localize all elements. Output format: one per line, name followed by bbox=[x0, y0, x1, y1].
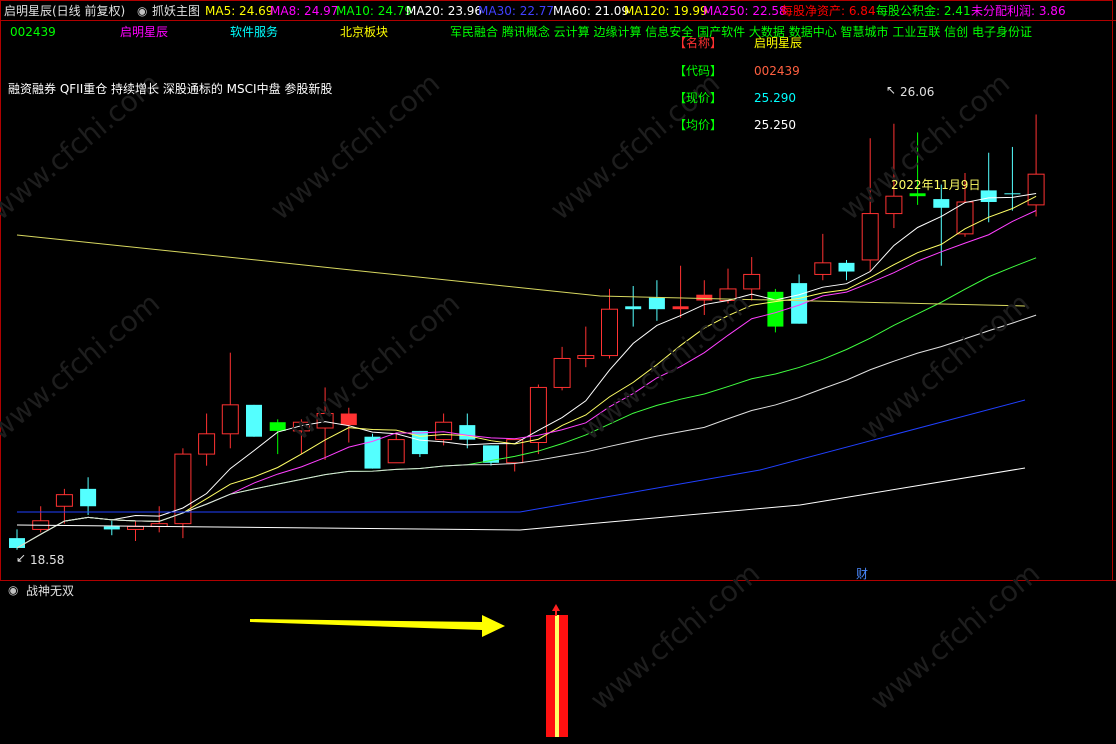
ma10-line bbox=[16, 210, 1037, 549]
stock-name: 启明星辰 bbox=[120, 25, 169, 39]
candle-body[interactable] bbox=[767, 291, 784, 327]
finance-marker[interactable]: 财 bbox=[856, 567, 868, 581]
candle-body[interactable] bbox=[1004, 193, 1021, 195]
candle-body[interactable] bbox=[9, 538, 25, 548]
indicator-header: 启明星辰(日线 前复权) ◉ 抓妖主图 MA5: 24.69 MA8: 24.9… bbox=[0, 0, 1116, 20]
date-annotation: 2022年11月9日 bbox=[891, 178, 981, 192]
name-label: 【名称】 bbox=[674, 36, 723, 50]
industry: 软件服务 bbox=[230, 25, 279, 39]
high-marker-icon: ↖ bbox=[886, 83, 897, 97]
price-value: 25.290 bbox=[754, 91, 796, 105]
sub-indicator-panel: ◉ 战神无双 bbox=[0, 580, 1116, 744]
candle-body[interactable] bbox=[340, 413, 357, 426]
candle-body[interactable] bbox=[103, 526, 120, 530]
collapse-icon[interactable]: ◉ bbox=[137, 4, 147, 18]
candle-body[interactable] bbox=[127, 526, 144, 530]
candle-body[interactable] bbox=[246, 404, 262, 437]
candle-body[interactable] bbox=[814, 262, 832, 275]
candle-body[interactable] bbox=[625, 306, 642, 310]
name-value: 启明星辰 bbox=[754, 36, 803, 50]
ma30-value: MA30: 22.77 bbox=[478, 4, 555, 18]
candle-body[interactable] bbox=[221, 404, 239, 435]
high-price-label: 26.06 bbox=[900, 85, 935, 99]
net-asset-per-share: 每股净资产: 6.84 bbox=[781, 4, 876, 18]
ma60-value: MA60: 21.09 bbox=[553, 4, 630, 18]
indicator-name[interactable]: 抓妖主图 bbox=[152, 4, 200, 18]
ma5-line bbox=[16, 193, 1037, 549]
candle-body[interactable] bbox=[696, 294, 713, 301]
ma8-value: MA8: 24.97 bbox=[270, 4, 339, 18]
stock-title[interactable]: 启明星辰(日线 前复权) bbox=[4, 4, 125, 18]
price-label: 【现价】 bbox=[674, 91, 723, 105]
candle-body[interactable] bbox=[577, 355, 595, 359]
avg-value: 25.250 bbox=[754, 118, 796, 132]
candle-body[interactable] bbox=[672, 306, 689, 310]
candle-body[interactable] bbox=[553, 357, 571, 388]
candle-body[interactable] bbox=[838, 262, 855, 272]
candle-body[interactable] bbox=[909, 193, 926, 197]
ma120-value: MA120: 19.99 bbox=[624, 4, 708, 18]
ma5-value: MA5: 24.69 bbox=[205, 4, 274, 18]
candle-body[interactable] bbox=[387, 439, 405, 464]
candle-body[interactable] bbox=[648, 297, 665, 310]
sub-collapse-icon[interactable]: ◉ bbox=[8, 583, 18, 597]
candle-body[interactable] bbox=[459, 425, 476, 440]
candle-body[interactable] bbox=[55, 494, 73, 507]
code-label: 【代码】 bbox=[674, 64, 723, 78]
candle-body[interactable] bbox=[435, 421, 453, 441]
candle-body[interactable] bbox=[1027, 173, 1045, 206]
stock-code: 002439 bbox=[10, 25, 56, 39]
ma20-value: MA20: 23.96 bbox=[406, 4, 483, 18]
ma8-line bbox=[16, 195, 1037, 549]
candle-body[interactable] bbox=[269, 422, 286, 431]
concept-line: 融资融券 QFII重仓 持续增长 深股通标的 MSCI中盘 参股新股 bbox=[8, 82, 333, 96]
candle-body[interactable] bbox=[933, 199, 950, 208]
code-value: 002439 bbox=[754, 64, 800, 78]
candle-body[interactable] bbox=[861, 213, 879, 261]
board: 北京板块 bbox=[340, 25, 389, 39]
ma120-line bbox=[16, 467, 1026, 531]
info-panel: 【名称】 启明星辰 【代码】 002439 【现价】 25.290 【均价】 2… bbox=[668, 36, 808, 136]
low-marker-icon: ↙ bbox=[16, 551, 27, 565]
sub-panel-title[interactable]: 战神无双 bbox=[26, 584, 74, 598]
stock-info-row: 002439 启明星辰 软件服务 北京板块 军民融合 腾讯概念 云计算 边缘计算… bbox=[0, 22, 1116, 42]
ma250-value: MA250: 22.58 bbox=[703, 4, 787, 18]
avg-label: 【均价】 bbox=[674, 118, 723, 132]
reserve-per-share: 每股公积金: 2.41 bbox=[876, 4, 971, 18]
ma10-value: MA10: 24.79 bbox=[336, 4, 413, 18]
candle-body[interactable] bbox=[80, 488, 97, 507]
low-price-label: 18.58 bbox=[30, 553, 65, 567]
candle-body[interactable] bbox=[601, 308, 618, 357]
undistributed-profit: 未分配利润: 3.86 bbox=[971, 4, 1066, 18]
candle-body[interactable] bbox=[743, 273, 761, 290]
candle-body[interactable] bbox=[198, 433, 216, 455]
candle-body[interactable] bbox=[980, 190, 997, 202]
